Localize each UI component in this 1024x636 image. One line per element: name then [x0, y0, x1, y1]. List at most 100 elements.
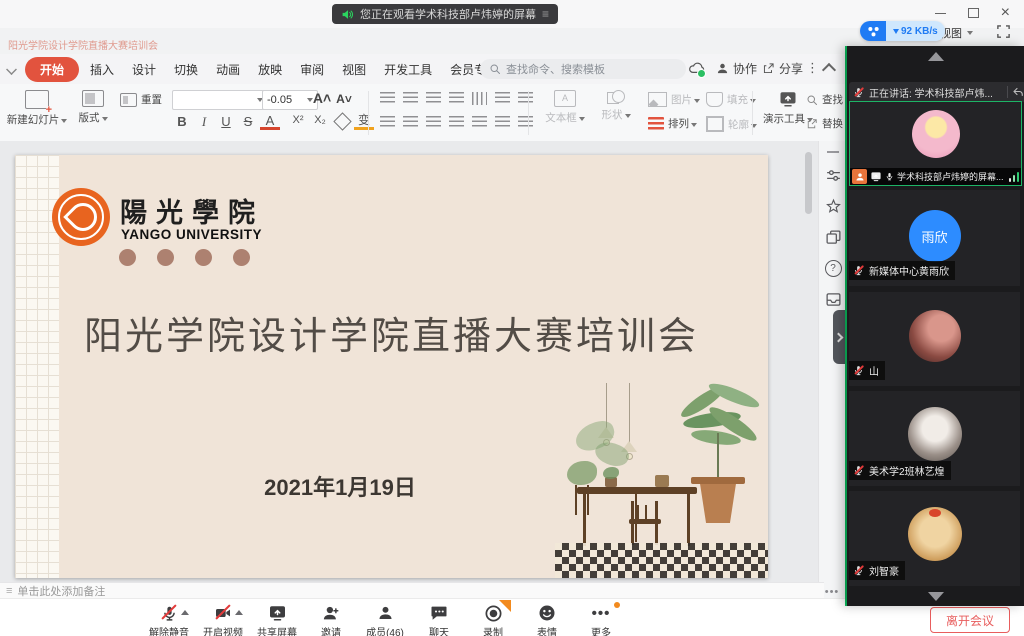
- align-left-icon[interactable]: [380, 116, 395, 129]
- new-slide-button[interactable]: 新建幻灯片: [8, 90, 66, 127]
- outline-button[interactable]: 轮廓: [706, 116, 757, 132]
- tab-devtools[interactable]: 开发工具: [375, 57, 441, 82]
- tab-design[interactable]: 设计: [123, 57, 165, 82]
- more-button[interactable]: ••• 更多: [574, 600, 628, 636]
- reply-arrow-icon[interactable]: [1012, 86, 1024, 98]
- tab-view[interactable]: 视图: [333, 57, 375, 82]
- collaborate-label: 协作: [733, 60, 757, 77]
- font-color-icon[interactable]: A: [260, 114, 280, 130]
- decrease-indent-icon[interactable]: [426, 92, 441, 105]
- bullet-list-icon[interactable]: [380, 92, 395, 105]
- font-name-select[interactable]: [172, 90, 268, 110]
- increase-font-icon[interactable]: A˄: [312, 90, 332, 106]
- tab-animation[interactable]: 动画: [207, 57, 249, 82]
- minimize-icon[interactable]: [935, 13, 946, 14]
- layout-button[interactable]: 版式: [72, 90, 114, 125]
- start-video-button[interactable]: 开启视频: [196, 600, 250, 636]
- cloud-sync-icon[interactable]: [688, 60, 705, 77]
- share-screen-button[interactable]: 共享屏幕: [250, 600, 304, 636]
- members-button[interactable]: 成员(46): [358, 600, 412, 636]
- participant-tile[interactable]: 美术学2班林艺煌: [849, 391, 1020, 486]
- clear-format-icon[interactable]: [333, 112, 351, 130]
- line-spacing-icon[interactable]: [472, 92, 487, 105]
- picture-button[interactable]: 图片: [648, 92, 700, 107]
- textbox-button[interactable]: A 文本框: [540, 90, 590, 125]
- panel-collapse-icon[interactable]: [928, 52, 944, 61]
- slide-title[interactable]: 阳光学院设计学院直播大赛培训会: [15, 305, 768, 360]
- tab-slideshow[interactable]: 放映: [249, 57, 291, 82]
- reset-button[interactable]: 重置: [120, 92, 162, 107]
- unmute-button[interactable]: 解除静音: [142, 600, 196, 636]
- more-options-icon[interactable]: [806, 60, 819, 76]
- text-direction-icon[interactable]: [518, 92, 533, 105]
- tab-review[interactable]: 审阅: [291, 57, 333, 82]
- slide[interactable]: 陽光學院 YANGO UNIVERSITY 阳光学院设计学院直播大赛培训会 20…: [15, 155, 768, 578]
- participant-tile[interactable]: 学术科技部卢炜婷的屏幕...: [849, 101, 1022, 186]
- panel-scroll-down-icon[interactable]: [928, 592, 944, 601]
- fill-button[interactable]: 填充: [706, 92, 756, 107]
- help-icon[interactable]: [825, 260, 842, 277]
- justify-icon[interactable]: [449, 116, 464, 129]
- scrollbar-thumb[interactable]: [805, 152, 812, 214]
- underline-button[interactable]: U: [216, 114, 236, 129]
- close-icon[interactable]: [1001, 6, 1010, 20]
- distribute-icon[interactable]: [472, 116, 487, 129]
- resource-box-icon[interactable]: [825, 291, 842, 308]
- columns-icon[interactable]: [495, 116, 510, 129]
- italic-button[interactable]: I: [194, 114, 214, 130]
- document-tab[interactable]: 阳光学院设计学院直播大赛培训会: [8, 37, 158, 52]
- outline-icon: [706, 116, 724, 132]
- paragraph-settings-icon[interactable]: [495, 92, 510, 105]
- view-menu[interactable]: 视图: [940, 25, 973, 41]
- participant-tile[interactable]: 山: [849, 292, 1020, 386]
- collapse-pane-icon[interactable]: [827, 151, 839, 153]
- banner-menu-icon[interactable]: [542, 7, 549, 21]
- slide-canvas[interactable]: 陽光學院 YANGO UNIVERSITY 阳光学院设计学院直播大赛培训会 20…: [0, 141, 818, 582]
- leave-meeting-button[interactable]: 离开会议: [930, 607, 1010, 633]
- chevron-down-icon[interactable]: [6, 64, 17, 75]
- participant-tile[interactable]: 雨欣 新媒体中心黄雨欣: [849, 190, 1020, 286]
- increase-indent-icon[interactable]: [449, 92, 464, 105]
- participant-tile[interactable]: 刘智豪: [849, 491, 1020, 586]
- strikethrough-button[interactable]: S: [238, 114, 258, 129]
- tab-insert[interactable]: 插入: [81, 57, 123, 82]
- side-more-icon[interactable]: [822, 586, 842, 598]
- align-right-icon[interactable]: [426, 116, 441, 129]
- font-size-select[interactable]: -0.05: [262, 90, 318, 110]
- network-speed-badge[interactable]: 92 KB/s: [860, 21, 945, 41]
- superscript-button[interactable]: X²: [288, 114, 308, 126]
- viewing-banner[interactable]: 您正在观看学术科技部卢炜婷的屏幕: [332, 4, 558, 24]
- fullscreen-icon[interactable]: [996, 24, 1011, 39]
- vertical-scrollbar[interactable]: [804, 146, 813, 576]
- speaking-label: 正在讲话: 学术科技部卢炜...: [869, 85, 1003, 100]
- arrange-button[interactable]: 排列: [648, 116, 697, 131]
- effects-star-icon[interactable]: [825, 198, 842, 215]
- share-button[interactable]: 分享: [762, 60, 803, 77]
- record-button[interactable]: 录制: [466, 600, 520, 636]
- replace-button[interactable]: 替换: [806, 116, 843, 131]
- collaborate-button[interactable]: 协作: [716, 60, 757, 77]
- maximize-icon[interactable]: [968, 8, 979, 18]
- notes-bar[interactable]: 单击此处添加备注: [0, 582, 824, 599]
- replace-icon: [806, 118, 818, 130]
- properties-sliders-icon[interactable]: [825, 167, 842, 184]
- mic-options-arrow[interactable]: [181, 610, 189, 615]
- emoji-button[interactable]: 表情: [520, 600, 574, 636]
- slides-pane-icon[interactable]: [825, 229, 842, 246]
- subscript-button[interactable]: X₂: [310, 114, 330, 126]
- chat-button[interactable]: 聊天: [412, 600, 466, 636]
- collapse-ribbon-icon[interactable]: [822, 63, 836, 77]
- text-tool-icon[interactable]: 变: [354, 114, 374, 130]
- align-center-icon[interactable]: [403, 116, 418, 129]
- numbered-list-icon[interactable]: [403, 92, 418, 105]
- find-button[interactable]: 查找: [806, 92, 843, 107]
- shapes-button[interactable]: 形状: [594, 90, 638, 122]
- tab-home[interactable]: 开始: [25, 57, 79, 82]
- video-options-arrow[interactable]: [235, 610, 243, 615]
- numbering-options-icon[interactable]: [518, 116, 533, 129]
- command-search-box[interactable]: 查找命令、搜索模板: [480, 59, 686, 79]
- tab-transition[interactable]: 切换: [165, 57, 207, 82]
- invite-button[interactable]: 邀请: [304, 600, 358, 636]
- bold-button[interactable]: B: [172, 114, 192, 129]
- decrease-font-icon[interactable]: A˅: [334, 92, 354, 106]
